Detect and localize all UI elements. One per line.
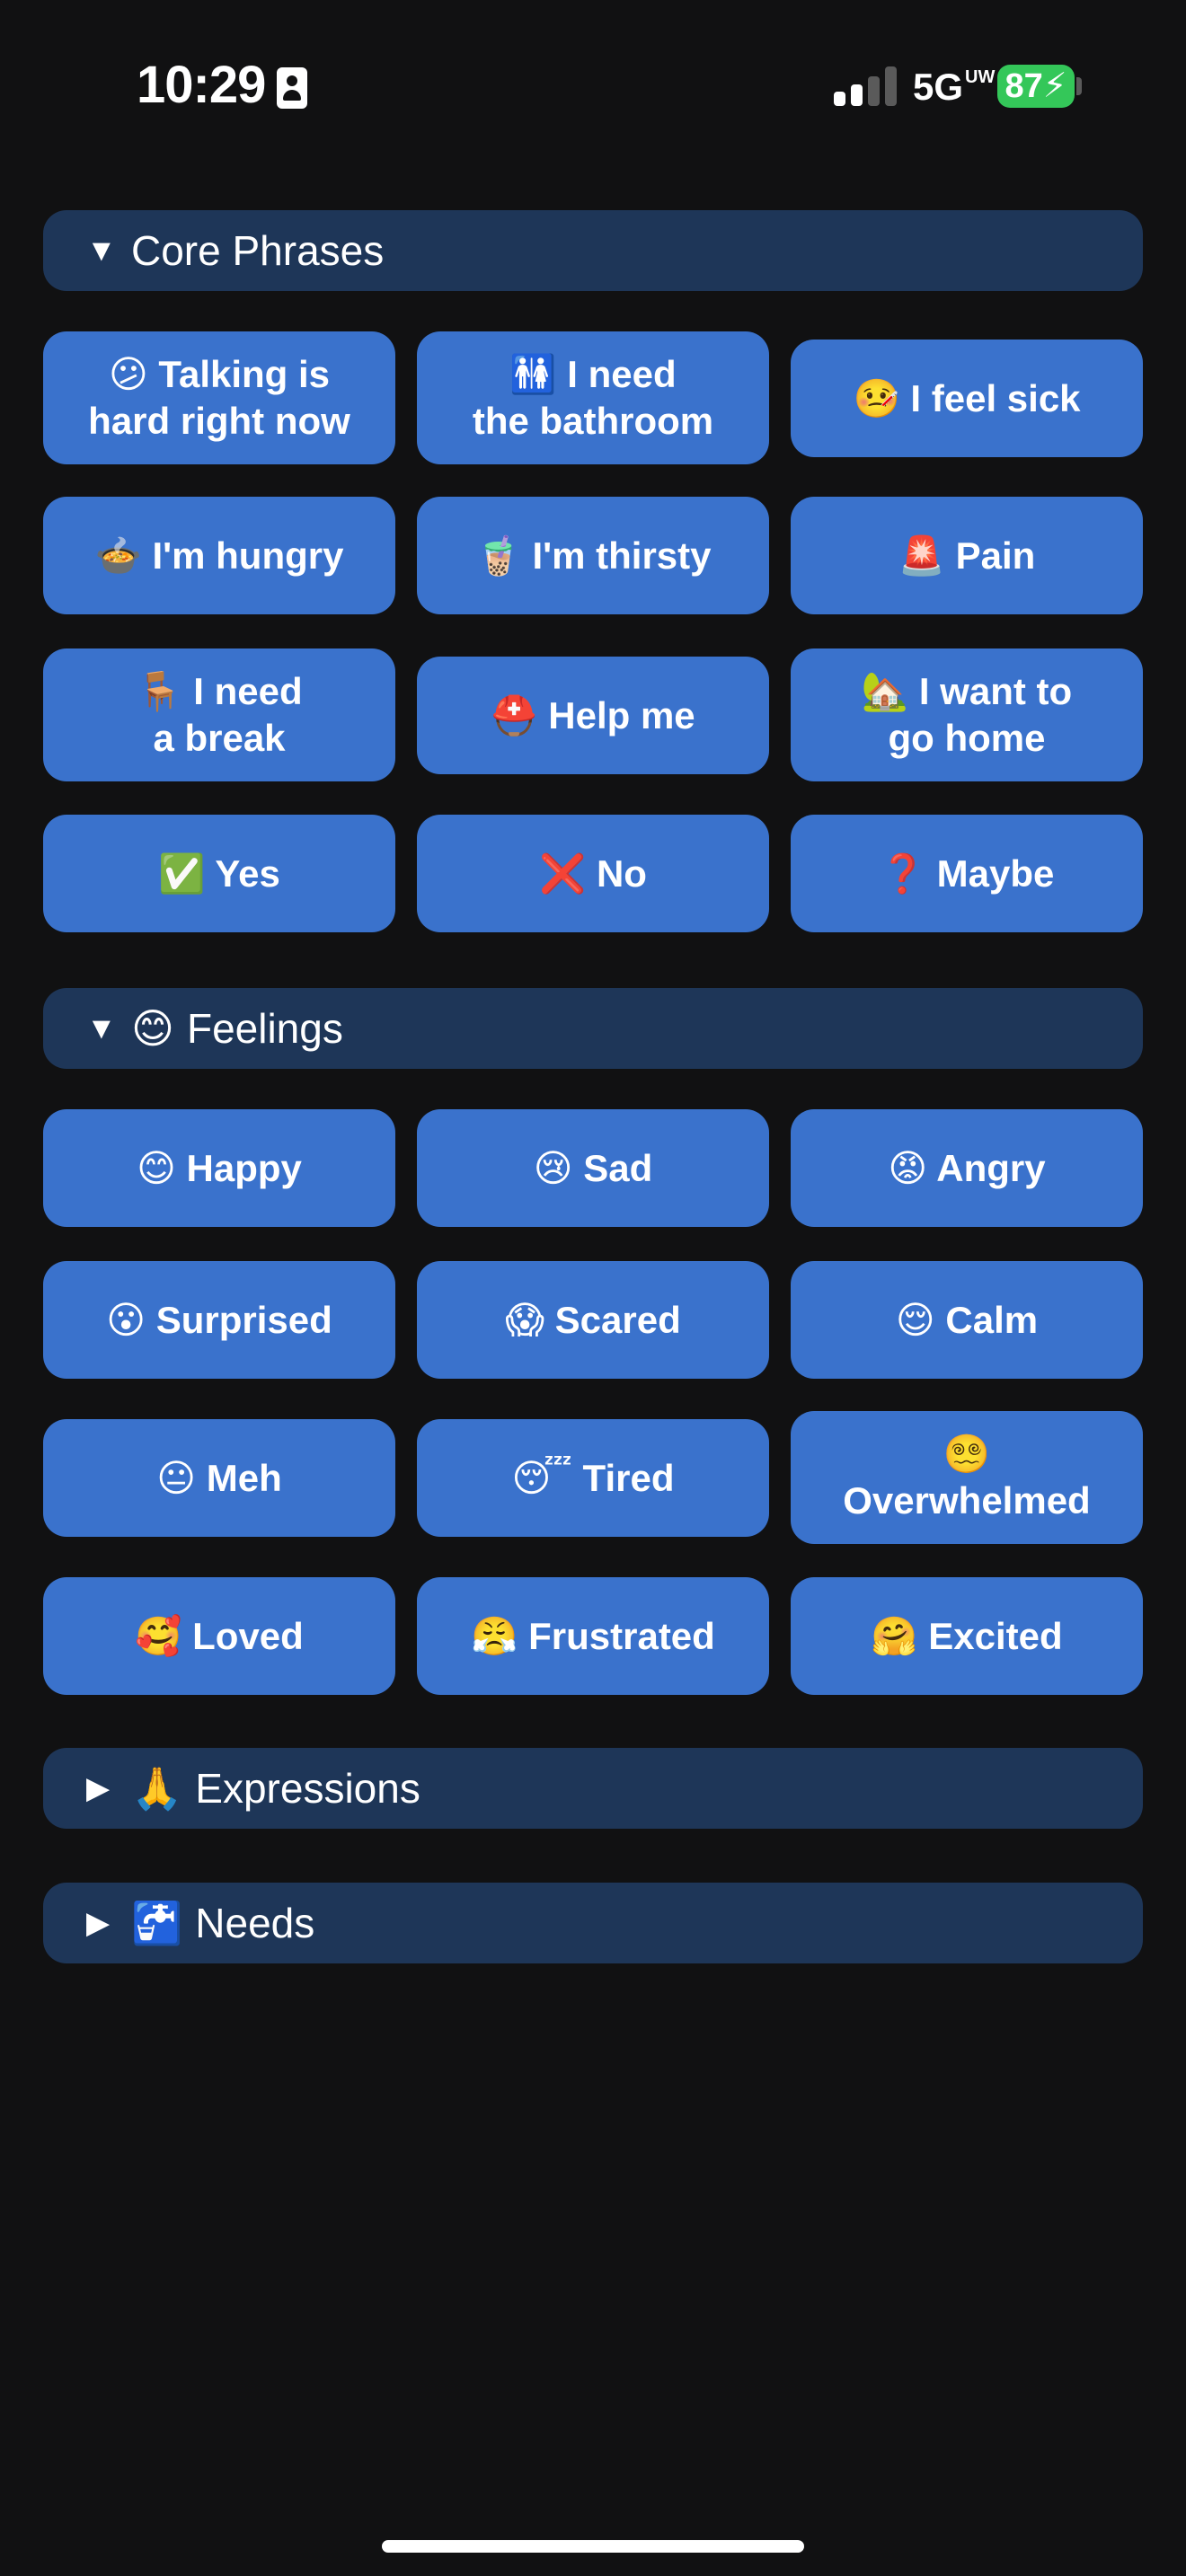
feeling-button-overwhelmed[interactable]: 😵‍💫 Overwhelmed <box>791 1411 1143 1544</box>
contact-card-icon <box>277 67 307 109</box>
phrase-button-talking-hard[interactable]: 😕 Talking is hard right now <box>43 331 395 464</box>
phrase-button-need-break[interactable]: 🪑 I need a break <box>43 648 395 781</box>
phrase-button-hungry[interactable]: 🍲 I'm hungry <box>43 497 395 614</box>
folded-hands-icon: 🙏 <box>131 1764 183 1812</box>
feeling-button-loved[interactable]: 🥰 Loved <box>43 1577 395 1695</box>
battery-icon: 87⚡ <box>997 65 1075 108</box>
feeling-button-calm[interactable]: 😌 Calm <box>791 1261 1143 1379</box>
disclosure-down-icon: ▼ <box>86 1010 117 1045</box>
phrase-button-feel-sick[interactable]: 🤒 I feel sick <box>791 340 1143 457</box>
section-header-expressions[interactable]: ▶ 🙏 Expressions <box>43 1748 1143 1829</box>
phrase-button-bathroom[interactable]: 🚻 I need the bathroom <box>417 331 769 464</box>
network-label: 5G <box>913 66 964 108</box>
section-title: Feelings <box>186 1005 343 1052</box>
feeling-button-tired[interactable]: 😴 Tired <box>417 1419 769 1537</box>
phrase-button-maybe[interactable]: ❓ Maybe <box>791 815 1143 932</box>
phrase-button-yes[interactable]: ✅ Yes <box>43 815 395 932</box>
section-title: Expressions <box>195 1765 420 1812</box>
section-header-feelings[interactable]: ▼ 😊 Feelings <box>43 988 1143 1069</box>
cellular-signal-icon <box>834 65 898 106</box>
status-time: 10:29 <box>137 56 266 114</box>
battery-cap <box>1076 77 1082 95</box>
feeling-button-surprised[interactable]: 😮 Surprised <box>43 1261 395 1379</box>
section-header-needs[interactable]: ▶ 🚰 Needs <box>43 1883 1143 1963</box>
feeling-button-frustrated[interactable]: 😤 Frustrated <box>417 1577 769 1695</box>
phrase-button-go-home[interactable]: 🏡 I want to go home <box>791 648 1143 781</box>
feeling-button-happy[interactable]: 😊 Happy <box>43 1109 395 1227</box>
phrase-button-thirsty[interactable]: 🧋 I'm thirsty <box>417 497 769 614</box>
feeling-button-angry[interactable]: 😡 Angry <box>791 1109 1143 1227</box>
feeling-button-excited[interactable]: 🤗 Excited <box>791 1577 1143 1695</box>
network-type: 5G UW <box>913 65 995 110</box>
feeling-button-scared[interactable]: 😱 Scared <box>417 1261 769 1379</box>
disclosure-down-icon: ▼ <box>86 233 117 268</box>
section-header-core-phrases[interactable]: ▼ Core Phrases <box>43 210 1143 291</box>
phrase-button-no[interactable]: ❌ No <box>417 815 769 932</box>
status-bar: 10:29 5G UW 87⚡ <box>0 0 1186 180</box>
section-title: Core Phrases <box>131 227 385 274</box>
water-faucet-icon: 🚰 <box>131 1899 183 1946</box>
section-title: Needs <box>195 1900 315 1946</box>
disclosure-right-icon: ▶ <box>86 1906 111 1940</box>
smiling-face-icon: 😊 <box>131 1005 174 1052</box>
phrase-button-pain[interactable]: 🚨 Pain <box>791 497 1143 614</box>
feeling-button-sad[interactable]: 😢 Sad <box>417 1109 769 1227</box>
feeling-button-meh[interactable]: 😐 Meh <box>43 1419 395 1537</box>
phrase-button-help-me[interactable]: ⛑️ Help me <box>417 657 769 774</box>
home-indicator[interactable] <box>382 2540 804 2553</box>
disclosure-right-icon: ▶ <box>86 1771 111 1805</box>
battery-level: 87 <box>1005 67 1043 105</box>
network-sup-label: UW <box>965 67 996 87</box>
